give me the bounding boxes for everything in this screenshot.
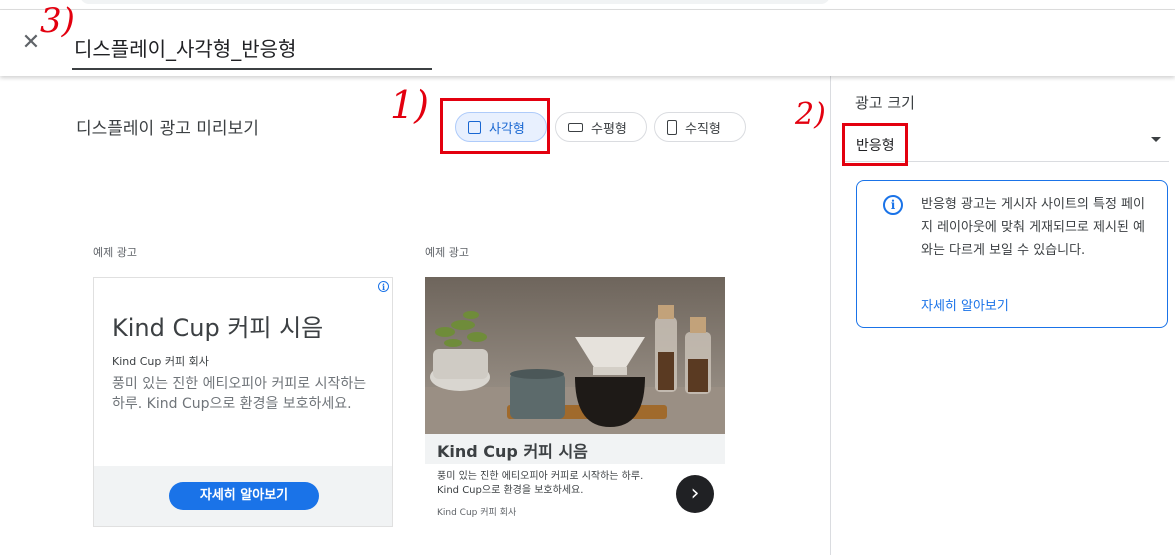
sample-ad-label: 예제 광고 <box>93 246 137 259</box>
ad-headline: Kind Cup 커피 시음 <box>437 442 588 461</box>
ad-headline: Kind Cup 커피 시음 <box>112 314 324 342</box>
square-icon <box>468 120 481 134</box>
ad-business-name: Kind Cup 커피 회사 <box>112 355 209 368</box>
ad-business-name: Kind Cup 커피 회사 <box>437 508 517 518</box>
horizontal-rect-icon <box>568 122 583 132</box>
ad-size-value: 반응형 <box>856 138 895 154</box>
ad-size-title: 광고 크기 <box>855 94 915 112</box>
format-chip-vertical[interactable]: 수직형 <box>654 112 746 142</box>
dropdown-arrow-icon <box>1151 137 1161 142</box>
coffee-photo <box>425 277 725 434</box>
format-chip-square[interactable]: 사각형 <box>455 112 547 142</box>
close-icon[interactable]: ✕ <box>18 30 44 56</box>
sample-ad-text: i Kind Cup 커피 시음 Kind Cup 커피 회사 풍미 있는 진한… <box>93 277 393 527</box>
sample-ad-label: 예제 광고 <box>425 246 469 259</box>
browser-top-strip <box>0 0 1175 10</box>
ad-footer: 자세히 알아보기 <box>94 466 392 526</box>
info-icon: i <box>883 195 903 215</box>
info-text: 반응형 광고는 게시자 사이트의 특정 페이지 레이아웃에 맞춰 게재되므로 제… <box>921 197 1145 258</box>
format-chip-label: 수직형 <box>685 121 721 137</box>
learn-more-link[interactable]: 자세히 알아보기 <box>921 295 1009 314</box>
learn-more-button[interactable]: 자세히 알아보기 <box>169 482 319 510</box>
top-strip-bar <box>80 0 830 4</box>
ad-size-panel: 광고 크기 반응형 i 반응형 광고는 게시자 사이트의 특정 페이지 레이아웃… <box>830 76 1175 555</box>
ad-name-input[interactable] <box>72 30 432 70</box>
ad-name-header: ✕ <box>0 10 1175 76</box>
format-chip-label: 사각형 <box>489 121 525 137</box>
responsive-info-box: i 반응형 광고는 게시자 사이트의 특정 페이지 레이아웃에 맞춰 게재되므로… <box>856 180 1168 328</box>
format-chip-horizontal[interactable]: 수평형 <box>555 112 647 142</box>
chevron-right-icon[interactable]: › <box>676 475 714 513</box>
ad-description: 풍미 있는 진한 에티오피아 커피로 시작하는 하루. Kind Cup으로 환… <box>437 471 644 496</box>
preview-title: 디스플레이 광고 미리보기 <box>76 119 259 139</box>
format-chip-label: 수평형 <box>591 121 627 137</box>
ad-description: 풍미 있는 진한 에티오피아 커피로 시작하는 하루. Kind Cup으로 환… <box>112 376 367 412</box>
ad-size-select[interactable]: 반응형 <box>843 120 1169 162</box>
sample-ad-image: Kind Cup 커피 시음 풍미 있는 진한 에티오피아 커피로 시작하는 하… <box>425 277 725 527</box>
ad-headline-band: Kind Cup 커피 시음 <box>425 434 725 464</box>
vertical-rect-icon <box>667 119 677 135</box>
coffee-image <box>425 277 725 434</box>
preview-panel: 디스플레이 광고 미리보기 사각형 수평형 수직형 예제 광고 예제 광고 i … <box>0 76 830 555</box>
adchoices-icon[interactable]: i <box>378 281 389 292</box>
